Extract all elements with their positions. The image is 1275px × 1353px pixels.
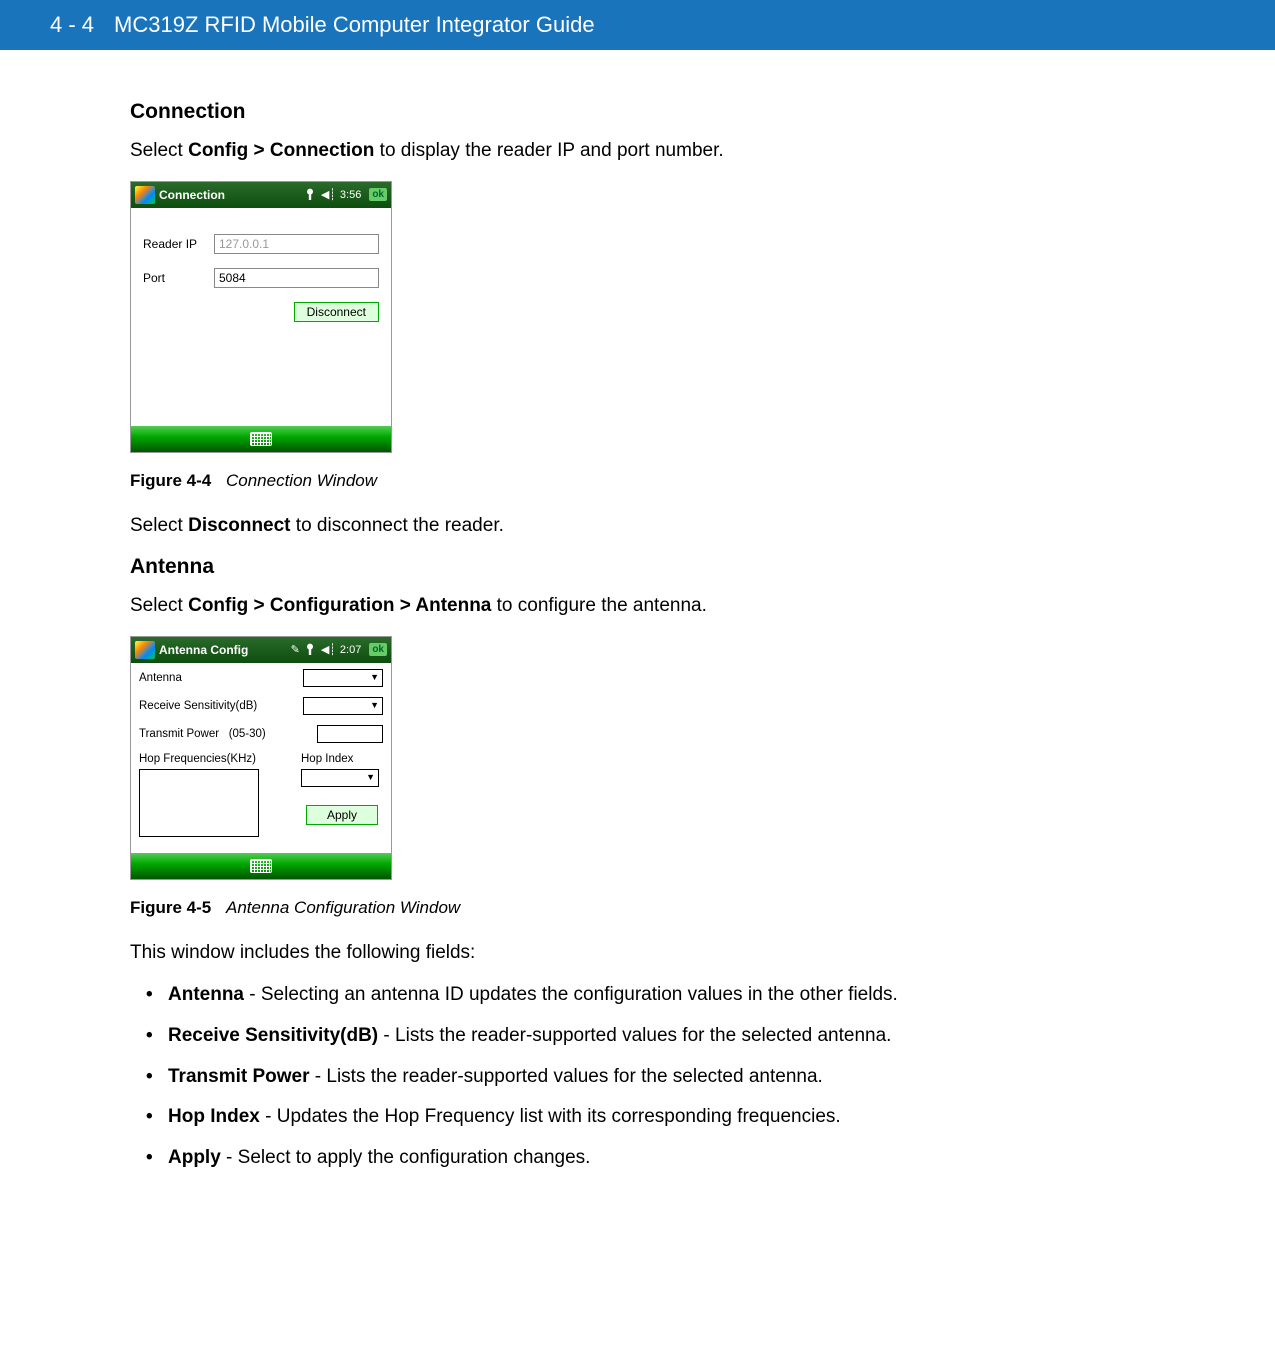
path-text: Config > Configuration > Antenna [188,595,491,616]
figure-4-4-caption: Figure 4-4 Connection Window [130,471,1145,491]
page-number: 4 - 4 [50,12,94,38]
windows-start-icon[interactable] [135,186,155,204]
recv-sens-select[interactable] [303,697,383,715]
wm-status-icons: ✎ ◀┊ 2:07 ok [291,643,387,656]
port-label: Port [143,271,204,285]
note-icon: ✎ [291,643,300,656]
text: Select [130,140,188,161]
signal-icon [304,643,317,656]
guide-title: MC319Z RFID Mobile Computer Integrator G… [114,12,595,38]
text: Transmit Power [139,728,219,740]
volume-icon: ◀┊ [321,643,336,656]
field-list: Antenna - Selecting an antenna ID update… [130,982,1145,1171]
desc: - Updates the Hop Frequency list with it… [260,1106,841,1127]
desc: - Lists the reader-supported values for … [378,1025,891,1046]
wm-bottom-bar [131,853,391,879]
figure-id: Figure 4-4 [130,471,211,490]
wm-status-icons: ◀┊ 3:56 ok [304,188,387,201]
apply-button[interactable]: Apply [306,805,378,825]
figure-id: Figure 4-5 [130,898,211,917]
section-title-antenna: Antenna [130,555,1145,579]
wm-body: Reader IP Port Disconnect [131,208,391,426]
reader-ip-input[interactable] [214,234,379,254]
figure-4-5-screenshot: Antenna Config ✎ ◀┊ 2:07 ok Antenna Rece… [130,636,392,880]
hop-freq-listbox[interactable] [139,769,259,837]
antenna-select[interactable] [303,669,383,687]
windows-start-icon[interactable] [135,641,155,659]
term: Hop Index [168,1106,260,1127]
disconnect-button[interactable]: Disconnect [294,302,379,322]
text: Select [130,595,188,616]
tx-power-label: Transmit Power (05-30) [139,728,317,740]
volume-icon: ◀┊ [321,188,336,201]
section-title-connection: Connection [130,100,1145,124]
path-text: Config > Connection [188,140,374,161]
ok-button[interactable]: ok [369,643,387,656]
hop-index-label: Hop Index [301,753,383,765]
hop-index-select[interactable] [301,769,379,787]
ok-button[interactable]: ok [369,188,387,201]
clock-text: 2:07 [340,644,361,656]
keyboard-icon[interactable] [250,432,272,446]
figure-4-5-caption: Figure 4-5 Antenna Configuration Window [130,898,1145,918]
keyboard-icon[interactable] [250,859,272,873]
recv-sens-label: Receive Sensitivity(dB) [139,700,303,712]
tx-power-input[interactable] [317,725,383,743]
list-item: Apply - Select to apply the configuratio… [168,1145,1145,1172]
disconnect-ref: Disconnect [188,515,290,536]
port-input[interactable] [214,268,379,288]
fields-intro: This window includes the following field… [130,940,1145,967]
text: to display the reader IP and port number… [374,140,723,161]
list-item: Receive Sensitivity(dB) - Lists the read… [168,1023,1145,1050]
figure-title: Connection Window [226,471,377,490]
list-item: Hop Index - Updates the Hop Frequency li… [168,1104,1145,1131]
text: to configure the antenna. [491,595,707,616]
term: Receive Sensitivity(dB) [168,1025,378,1046]
connection-intro: Select Config > Connection to display th… [130,138,1145,165]
wm-titlebar: Antenna Config ✎ ◀┊ 2:07 ok [131,637,391,663]
desc: - Select to apply the configuration chan… [221,1147,591,1168]
clock-text: 3:56 [340,189,361,201]
figure-title: Antenna Configuration Window [226,898,460,917]
list-item: Antenna - Selecting an antenna ID update… [168,982,1145,1009]
antenna-label: Antenna [139,672,303,684]
tx-range: (05-30) [229,728,266,740]
figure-4-4-screenshot: Connection ◀┊ 3:56 ok Reader IP Port Dis… [130,181,392,453]
term: Transmit Power [168,1066,310,1087]
wm-bottom-bar [131,426,391,452]
wm-title: Antenna Config [159,643,248,657]
wm-body: Antenna Receive Sensitivity(dB) Transmit… [131,663,391,853]
wm-title: Connection [159,188,225,202]
antenna-intro: Select Config > Configuration > Antenna … [130,593,1145,620]
term: Antenna [168,984,244,1005]
desc: - Lists the reader-supported values for … [310,1066,823,1087]
signal-icon [304,188,317,201]
wm-titlebar: Connection ◀┊ 3:56 ok [131,182,391,208]
page-content: Connection Select Config > Connection to… [0,50,1275,1235]
text: Select [130,515,188,536]
reader-ip-label: Reader IP [143,237,204,251]
page-header: 4 - 4 MC319Z RFID Mobile Computer Integr… [0,0,1275,50]
connection-after: Select Disconnect to disconnect the read… [130,513,1145,540]
hop-freq-label: Hop Frequencies(KHz) [139,753,293,765]
term: Apply [168,1147,221,1168]
list-item: Transmit Power - Lists the reader-suppor… [168,1064,1145,1091]
text: to disconnect the reader. [291,515,504,536]
desc: - Selecting an antenna ID updates the co… [244,984,898,1005]
